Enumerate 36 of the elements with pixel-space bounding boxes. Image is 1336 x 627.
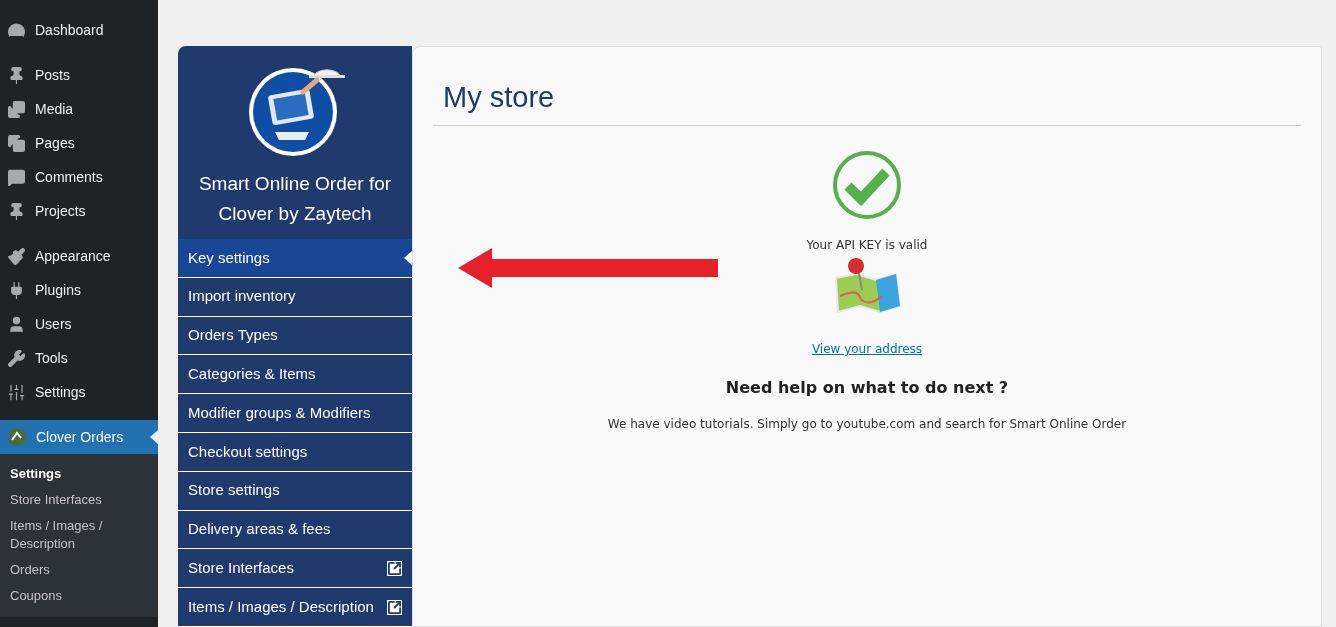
admin-menu-item[interactable]: Settings (0, 375, 158, 409)
checkmark-icon (832, 150, 902, 220)
admin-menu-item[interactable]: Dashboard (0, 13, 158, 47)
admin-menu-item[interactable]: Tools (0, 341, 158, 375)
admin-menu-item[interactable]: Plugins (0, 273, 158, 307)
admin-menu-item[interactable]: Users (0, 307, 158, 341)
admin-menu-item[interactable]: Pages (0, 126, 158, 160)
admin-submenu-item[interactable]: Settings (0, 461, 158, 487)
admin-menu-item[interactable]: Appearance (0, 239, 158, 273)
help-text: We have video tutorials. Simply go to youtube.com and search for Smart Online Order (607, 416, 1127, 433)
admin-menu-item[interactable]: Projects (0, 194, 158, 228)
admin-menu-item[interactable]: Comments (0, 160, 158, 194)
current-pointer-icon (150, 430, 158, 444)
plugin-logo-icon (7, 427, 27, 447)
sliders-icon (7, 382, 26, 402)
pages-icon (7, 133, 26, 153)
admin-submenu-item[interactable]: Orders (0, 557, 158, 583)
paintbrush-icon (7, 246, 26, 266)
admin-submenu-item[interactable]: Coupons (0, 583, 158, 609)
images-icon (7, 99, 26, 119)
admin-menu-item[interactable]: Clover Orders (0, 420, 158, 454)
pin-icon (7, 201, 26, 221)
admin-menu-item[interactable]: Posts (0, 58, 158, 92)
plugin-nav-item[interactable]: Key settings (178, 239, 412, 278)
view-address-link[interactable]: View your address (811, 340, 923, 358)
wrench-icon (7, 348, 26, 368)
plugin-title: Smart Online Order for Clover by Zaytech (197, 172, 393, 226)
admin-submenu-item[interactable]: Items / Images / Description (0, 513, 158, 557)
admin-menu-item[interactable]: Media (0, 92, 158, 126)
user-icon (7, 314, 26, 334)
speech-bubble-icon (7, 167, 26, 187)
help-heading: Need help on what to do next ? (725, 377, 1009, 399)
pin-icon (7, 65, 26, 85)
page-title: My store (443, 80, 556, 115)
api-status-text: Your API KEY is valid (806, 237, 928, 254)
admin-submenu-item[interactable]: Store Interfaces (0, 487, 158, 513)
